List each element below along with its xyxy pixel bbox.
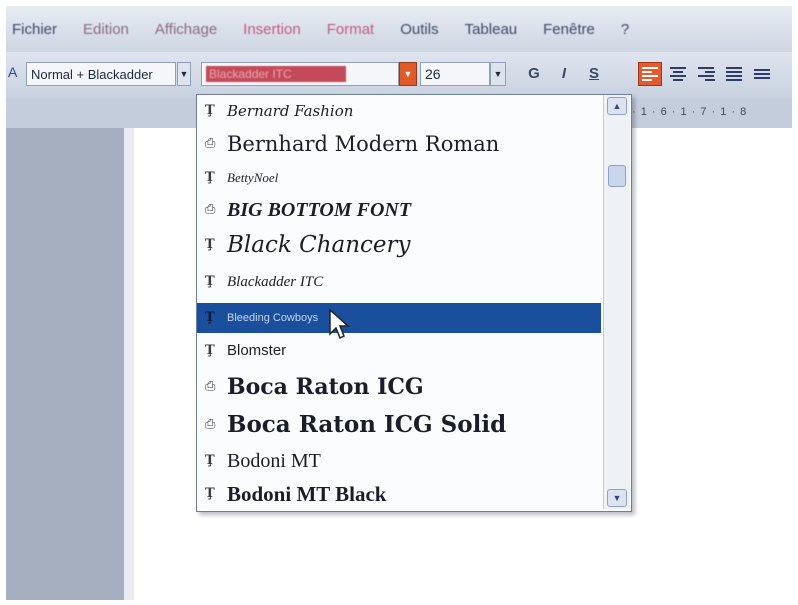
font-list-item[interactable]: Ţ Bodoni MT Black	[197, 479, 601, 509]
mouse-pointer-icon	[329, 308, 350, 340]
font-name: Bernhard Modern Roman	[227, 132, 500, 156]
font-name: BIG BOTTOM FONT	[227, 199, 412, 221]
font-name: Bernard Fashion	[227, 102, 354, 120]
font-name: Bodoni MT	[227, 450, 321, 472]
truetype-font-icon: Ţ	[205, 274, 215, 289]
ruler-marks: · 1 · 6 · 1 · 7 · 1 · 8	[632, 106, 748, 118]
font-list-item[interactable]: Ţ BettyNoel	[197, 163, 601, 193]
document-left-margin	[6, 128, 124, 600]
font-list-item[interactable]: Ţ Black Chancery	[197, 227, 601, 263]
font-list-item[interactable]: ⎙ Boca Raton ICG Solid	[197, 407, 601, 443]
menu-bar: Fichier Edition Affichage Insertion Form…	[6, 6, 792, 52]
menu-tableau[interactable]: Tableau	[465, 21, 518, 38]
font-list-item[interactable]: Ţ Blackadder ITC	[197, 265, 601, 299]
font-name: Boca Raton ICG	[227, 374, 424, 400]
truetype-font-icon: Ţ	[205, 310, 215, 325]
printer-font-icon: ⎙	[205, 417, 216, 432]
word-window: Fichier Edition Affichage Insertion Form…	[6, 6, 792, 600]
style-combobox[interactable]: Normal + Blackadder	[26, 62, 176, 86]
scroll-up-arrow-icon[interactable]: ▲	[607, 97, 627, 115]
truetype-font-icon: Ţ	[205, 486, 215, 501]
menu-insertion[interactable]: Insertion	[243, 21, 301, 38]
justify-button[interactable]	[722, 62, 746, 86]
font-list-item[interactable]: Ţ Bernard Fashion	[197, 97, 601, 125]
style-dropdown-button[interactable]: ▼	[177, 62, 191, 86]
font-name: Boca Raton ICG Solid	[227, 411, 507, 438]
font-size-combobox[interactable]: 26	[420, 62, 490, 86]
font-name: Black Chancery	[227, 232, 411, 258]
font-list-item[interactable]: Ţ Bodoni MT	[197, 445, 601, 477]
photo-frame: Fichier Edition Affichage Insertion Form…	[0, 0, 798, 605]
font-list-items: Ţ Bernard Fashion ⎙ Bernhard Modern Roman Ţ B…	[197, 95, 601, 509]
menu-help[interactable]: ?	[621, 21, 629, 38]
font-name: BettyNoel	[227, 170, 279, 185]
menu-format[interactable]: Format	[327, 21, 375, 38]
truetype-font-icon: Ţ	[205, 453, 215, 468]
printer-font-icon: ⎙	[205, 202, 216, 217]
font-list-item[interactable]: Ţ Bleeding Cowboys	[197, 303, 601, 333]
printer-font-icon: ⎙	[205, 136, 216, 151]
menu-outils[interactable]: Outils	[400, 21, 438, 38]
underline-button[interactable]: S	[582, 62, 606, 86]
italic-button[interactable]: I	[552, 62, 576, 86]
styles-pane-icon[interactable]: A	[8, 64, 17, 80]
font-combobox-value: Blackadder ITC	[206, 66, 346, 82]
font-size-dropdown-button[interactable]: ▼	[490, 62, 506, 86]
menu-edition[interactable]: Edition	[83, 21, 129, 38]
font-name: Bodoni MT Black	[227, 482, 387, 506]
line-spacing-button[interactable]	[750, 62, 774, 86]
font-dropdown-list[interactable]: Ţ Bernard Fashion ⎙ Bernhard Modern Roman Ţ B…	[196, 94, 632, 512]
font-list-item[interactable]: ⎙ Bernhard Modern Roman	[197, 127, 601, 161]
font-list-item[interactable]: ⎙ BIG BOTTOM FONT	[197, 195, 601, 225]
align-center-button[interactable]	[666, 62, 690, 86]
printer-font-icon: ⎙	[205, 379, 216, 394]
font-combobox[interactable]: Blackadder ITC	[201, 62, 399, 86]
font-name: Bleeding Cowboys	[227, 312, 319, 324]
menu-fenetre[interactable]: Fenêtre	[543, 21, 595, 38]
scroll-down-arrow-icon[interactable]: ▼	[607, 489, 627, 507]
menu-fichier[interactable]: Fichier	[12, 21, 57, 38]
font-list-item[interactable]: ⎙ Boca Raton ICG	[197, 369, 601, 405]
menu-affichage[interactable]: Affichage	[155, 21, 217, 38]
scroll-thumb[interactable]	[608, 165, 626, 187]
font-list-scrollbar[interactable]: ▲ ▼	[603, 95, 630, 509]
font-dropdown-button[interactable]: ▼	[399, 62, 417, 86]
align-right-button[interactable]	[694, 62, 718, 86]
truetype-font-icon: Ţ	[205, 170, 215, 185]
font-name: Blomster	[227, 342, 287, 359]
formatting-toolbar: A Normal + Blackadder ▼ Blackadder ITC ▼…	[6, 52, 792, 99]
bold-button[interactable]: G	[522, 62, 546, 86]
align-left-button[interactable]	[638, 62, 662, 86]
font-list-item[interactable]: Ţ Blomster	[197, 335, 601, 367]
truetype-font-icon: Ţ	[205, 103, 215, 118]
truetype-font-icon: Ţ	[205, 343, 215, 358]
truetype-font-icon: Ţ	[205, 237, 215, 252]
font-name: Blackadder ITC	[227, 274, 324, 290]
